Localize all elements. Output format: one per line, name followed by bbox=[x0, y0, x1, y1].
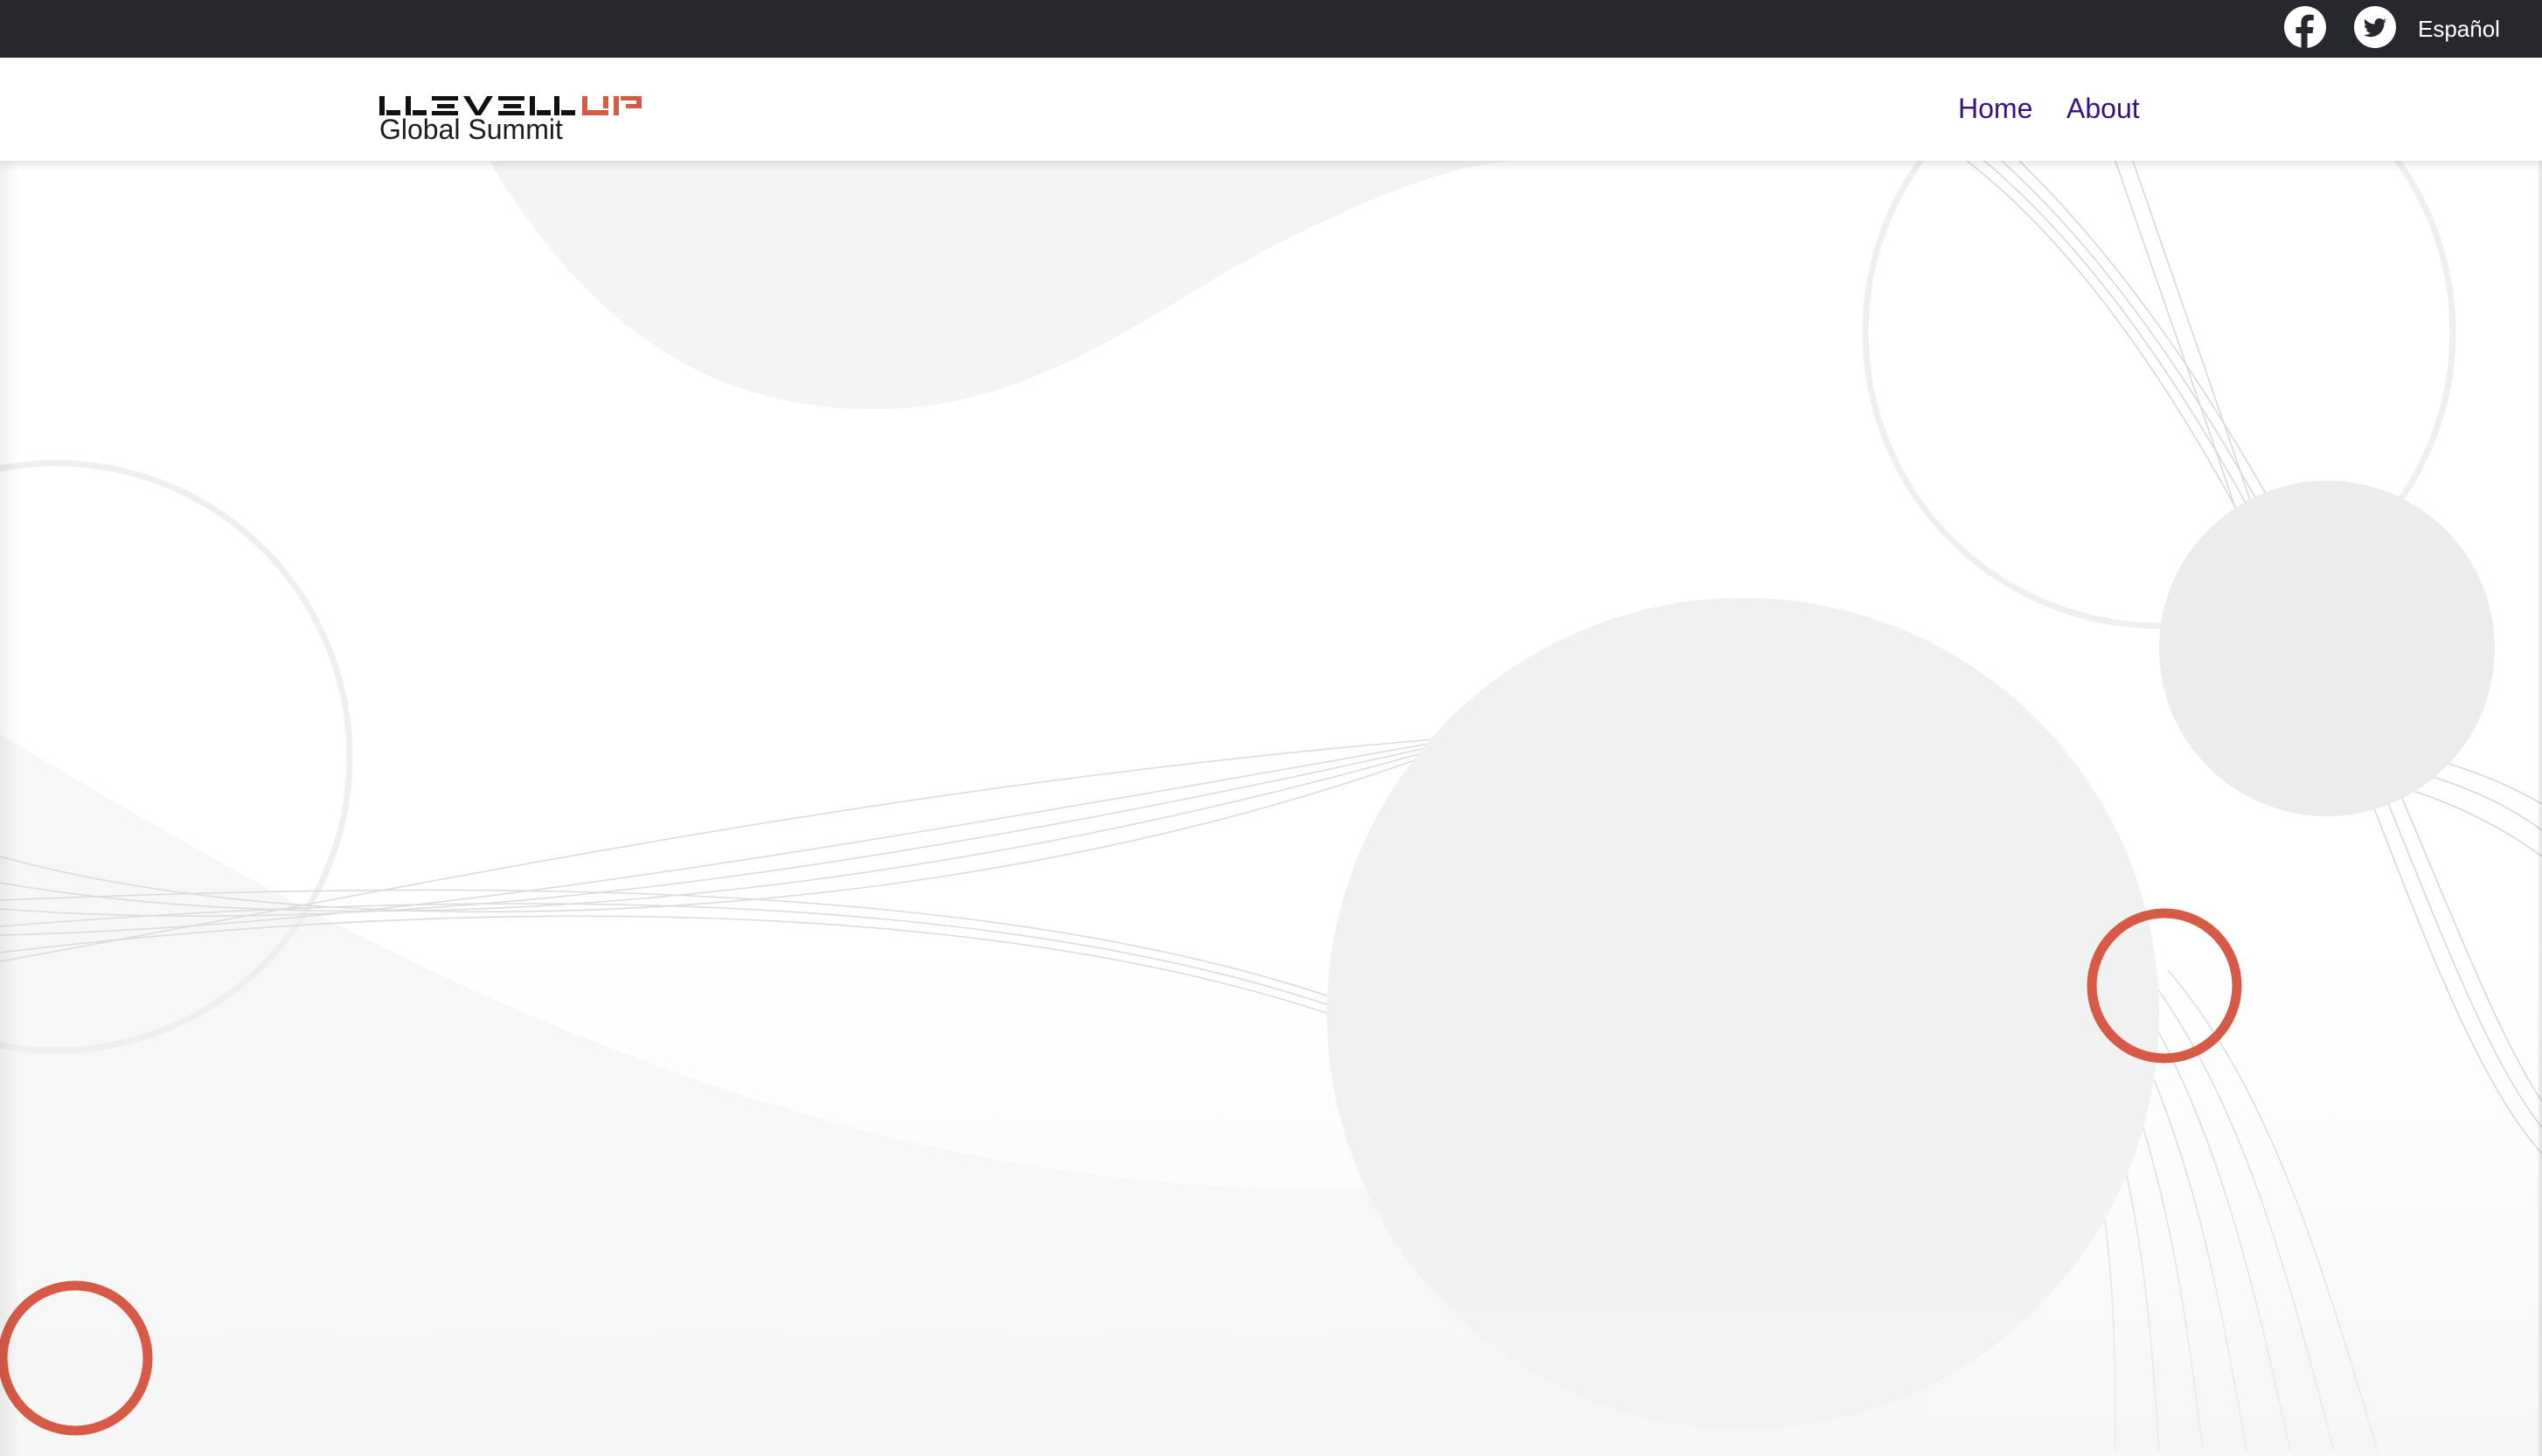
twitter-icon[interactable] bbox=[2353, 5, 2397, 49]
main-header: Global Summit Home About bbox=[0, 58, 2542, 161]
nav-about-link[interactable]: About bbox=[2066, 93, 2140, 125]
top-bar: Español bbox=[0, 0, 2542, 58]
language-switch-link[interactable]: Español bbox=[2418, 0, 2500, 58]
hero-background-decoration bbox=[0, 161, 2542, 1456]
decor-circle-medium bbox=[2159, 481, 2495, 816]
decor-wave-top bbox=[490, 161, 1512, 410]
nav-home-link[interactable]: Home bbox=[1958, 93, 2032, 125]
hero-section bbox=[0, 161, 2542, 1456]
window-right-edge bbox=[2537, 58, 2542, 1456]
hero-left-edge-shadow bbox=[0, 161, 19, 1456]
logo-subtitle: Global Summit bbox=[379, 114, 563, 145]
facebook-icon[interactable] bbox=[2283, 5, 2327, 49]
